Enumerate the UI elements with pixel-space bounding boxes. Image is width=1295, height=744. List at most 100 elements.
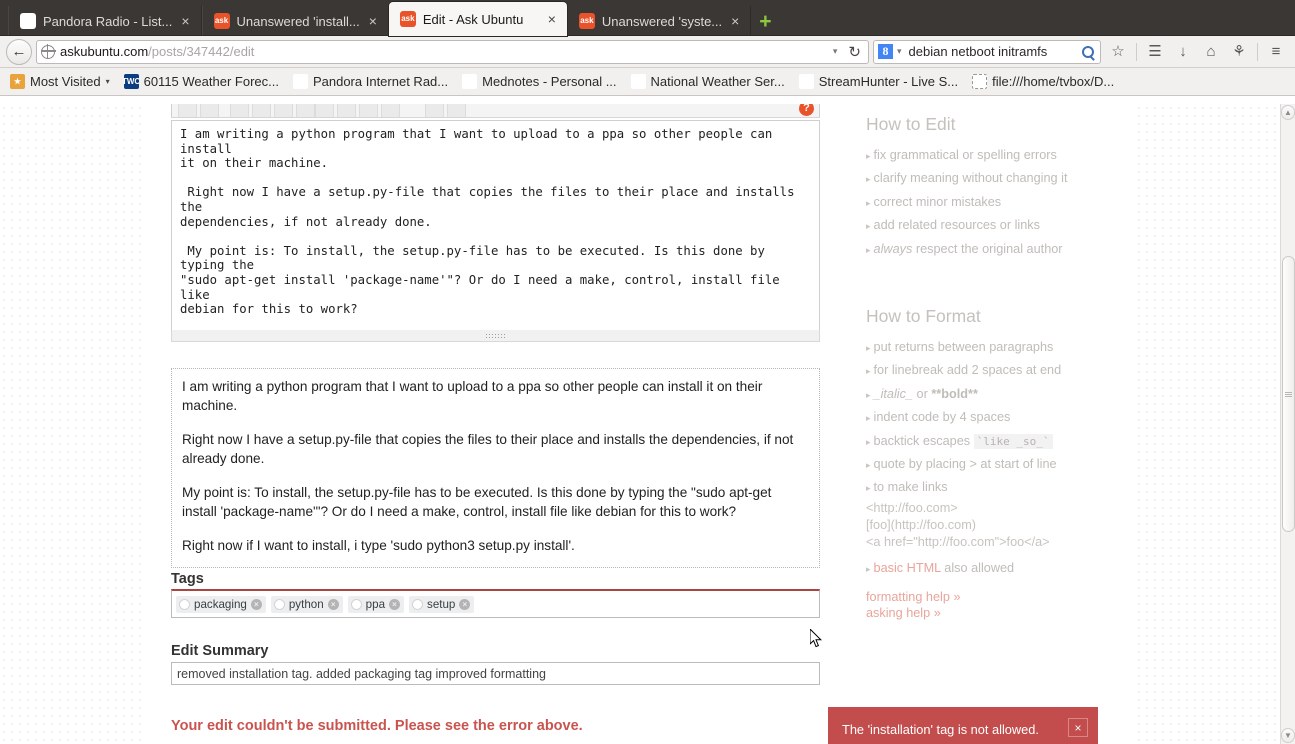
chevron-down-icon[interactable]: ▾ xyxy=(833,46,841,57)
page-scrollbar[interactable]: ▲ ▼ xyxy=(1280,104,1295,744)
link-button[interactable] xyxy=(230,104,249,117)
help-bold-sample: **bold** xyxy=(931,386,978,401)
bookmark-local-file[interactable]: file:///home/tvbox/D... xyxy=(966,72,1120,91)
help-icon[interactable]: ? xyxy=(799,104,814,116)
tab-close-icon[interactable]: × xyxy=(367,14,379,28)
tab-close-icon[interactable]: × xyxy=(546,12,558,26)
heading-button[interactable] xyxy=(359,104,378,117)
bookmark-star-icon[interactable]: ☆ xyxy=(1105,39,1131,65)
reading-list-icon[interactable]: ☰ xyxy=(1142,39,1168,65)
formatting-help-link[interactable]: formatting help » xyxy=(866,589,1131,605)
bulleted-list-button[interactable] xyxy=(337,104,356,117)
downloads-icon[interactable]: ↓ xyxy=(1170,39,1196,65)
page-viewport: ? I am writing a python program that I w… xyxy=(0,104,1295,744)
bookmark-label: 60115 Weather Forec... xyxy=(143,74,279,89)
page-content: ? I am writing a python program that I w… xyxy=(146,104,1135,744)
browser-tab-3[interactable]: ask Unanswered 'syste... × xyxy=(566,6,752,36)
bullet-arrow-icon: ▸ xyxy=(866,244,871,255)
askubuntu-icon: ask xyxy=(213,13,230,29)
notification-title: The 'installation' tag is not allowed. xyxy=(842,722,1039,737)
page-background-left xyxy=(0,104,146,744)
preview-paragraph: Right now if I want to install, i type '… xyxy=(182,538,575,553)
bookmark-most-visited[interactable]: ★ Most Visited ▾ xyxy=(4,72,116,91)
tab-title: Pandora Radio - List... xyxy=(43,13,173,29)
reload-icon[interactable]: ↻ xyxy=(845,43,864,61)
google-icon[interactable]: 8 xyxy=(878,44,893,59)
tag-pill-setup[interactable]: setup × xyxy=(409,595,475,613)
markdown-textarea[interactable]: I am writing a python program that I wan… xyxy=(171,120,820,332)
tag-remove-icon[interactable]: × xyxy=(327,598,339,610)
numbered-list-button[interactable] xyxy=(315,104,334,117)
bookmark-label: Mednotes - Personal ... xyxy=(482,74,617,89)
code-button[interactable] xyxy=(274,104,293,117)
scroll-up-icon[interactable]: ▲ xyxy=(1281,105,1295,120)
tab-bar: P Pandora Radio - List... × ask Unanswer… xyxy=(0,0,1295,36)
textarea-resize-handle[interactable] xyxy=(171,330,820,342)
editor-toolbar[interactable]: ? xyxy=(171,104,820,117)
url-bar[interactable]: askubuntu.com/posts/347442/edit ▾ ↻ xyxy=(36,39,869,64)
bullet-arrow-icon: ▸ xyxy=(866,343,871,354)
help-item: ▸ always respect the original author xyxy=(866,238,1131,261)
tab-close-icon[interactable]: × xyxy=(729,14,741,28)
chevron-down-icon[interactable]: ▾ xyxy=(106,77,110,86)
browser-tab-2-active[interactable]: ask Edit - Ask Ubuntu × xyxy=(388,2,567,36)
menu-icon[interactable]: ≡ xyxy=(1263,39,1289,65)
new-tab-button[interactable]: + xyxy=(751,6,779,36)
tag-pill-ppa[interactable]: ppa × xyxy=(347,595,405,613)
tag-pill-packaging[interactable]: packaging × xyxy=(176,595,266,613)
image-button[interactable] xyxy=(296,104,315,117)
page-background-right xyxy=(1135,104,1280,744)
askubuntu-icon: ask xyxy=(399,11,416,27)
chevron-down-icon[interactable]: ▾ xyxy=(897,46,905,57)
quote-button[interactable] xyxy=(252,104,271,117)
help-item: ▸ quote by placing > at start of line xyxy=(866,453,1131,476)
tags-input[interactable]: packaging × python × ppa × setup × xyxy=(171,589,820,618)
bookmark-pandora[interactable]: P Pandora Internet Rad... xyxy=(287,72,454,91)
bold-button[interactable] xyxy=(178,104,197,117)
divider xyxy=(171,117,820,118)
tag-remove-icon[interactable]: × xyxy=(459,598,471,610)
back-button[interactable]: ← xyxy=(6,38,32,65)
tags-label: Tags xyxy=(171,571,204,587)
tag-label: python xyxy=(288,597,324,611)
bookmark-national-weather[interactable]: ▼ National Weather Ser... xyxy=(625,72,791,91)
scroll-down-icon[interactable]: ▼ xyxy=(1281,728,1295,743)
bookmark-streamhunter[interactable]: ◉ StreamHunter - Live S... xyxy=(793,72,964,91)
bookmark-mednotes[interactable]: ⚘ Mednotes - Personal ... xyxy=(456,72,622,91)
url-domain: askubuntu.com xyxy=(60,44,149,59)
close-icon[interactable]: × xyxy=(1068,718,1088,737)
italic-button[interactable] xyxy=(200,104,219,117)
scrollbar-thumb[interactable] xyxy=(1282,256,1295,532)
tag-pill-python[interactable]: python × xyxy=(270,595,343,613)
search-input[interactable]: debian netboot initramfs xyxy=(909,44,1078,59)
browser-tab-0[interactable]: P Pandora Radio - List... × xyxy=(8,6,202,36)
tab-close-icon[interactable]: × xyxy=(179,14,191,28)
undo-button[interactable] xyxy=(425,104,444,117)
redo-button[interactable] xyxy=(447,104,466,117)
home-icon[interactable]: ⌂ xyxy=(1198,39,1224,65)
askubuntu-icon: ask xyxy=(578,13,595,29)
bullet-arrow-icon: ▸ xyxy=(866,221,871,232)
edit-summary-input[interactable]: removed installation tag. added packagin… xyxy=(171,662,820,685)
horizontal-rule-button[interactable] xyxy=(381,104,400,117)
tag-dot-icon xyxy=(273,598,285,610)
link-example: <a href="http://foo.com">foo</a> xyxy=(866,534,1050,549)
tag-remove-icon[interactable]: × xyxy=(389,598,401,610)
help-item: ▸ fix grammatical or spelling errors xyxy=(866,144,1131,167)
browser-tab-1[interactable]: ask Unanswered 'install... × xyxy=(201,6,389,36)
asking-help-link[interactable]: asking help » xyxy=(866,605,1131,621)
sync-icon[interactable]: ⚘ xyxy=(1226,39,1252,65)
tag-remove-icon[interactable]: × xyxy=(250,598,262,610)
grip-dots-icon xyxy=(484,332,507,339)
search-icon[interactable] xyxy=(1082,45,1094,58)
pandora-icon: P xyxy=(292,74,308,89)
preview-paragraph: I am writing a python program that I wan… xyxy=(182,379,763,413)
tag-label: setup xyxy=(427,597,456,611)
bullet-arrow-icon: ▸ xyxy=(866,174,871,185)
basic-html-link[interactable]: basic HTML xyxy=(874,561,941,575)
search-bar[interactable]: 8 ▾ debian netboot initramfs xyxy=(873,39,1101,64)
bookmark-weather[interactable]: TWC 60115 Weather Forec... xyxy=(118,72,285,91)
bullet-arrow-icon: ▸ xyxy=(866,436,871,447)
divider xyxy=(1257,42,1258,61)
navigation-toolbar: ← askubuntu.com/posts/347442/edit ▾ ↻ 8 … xyxy=(0,36,1295,68)
